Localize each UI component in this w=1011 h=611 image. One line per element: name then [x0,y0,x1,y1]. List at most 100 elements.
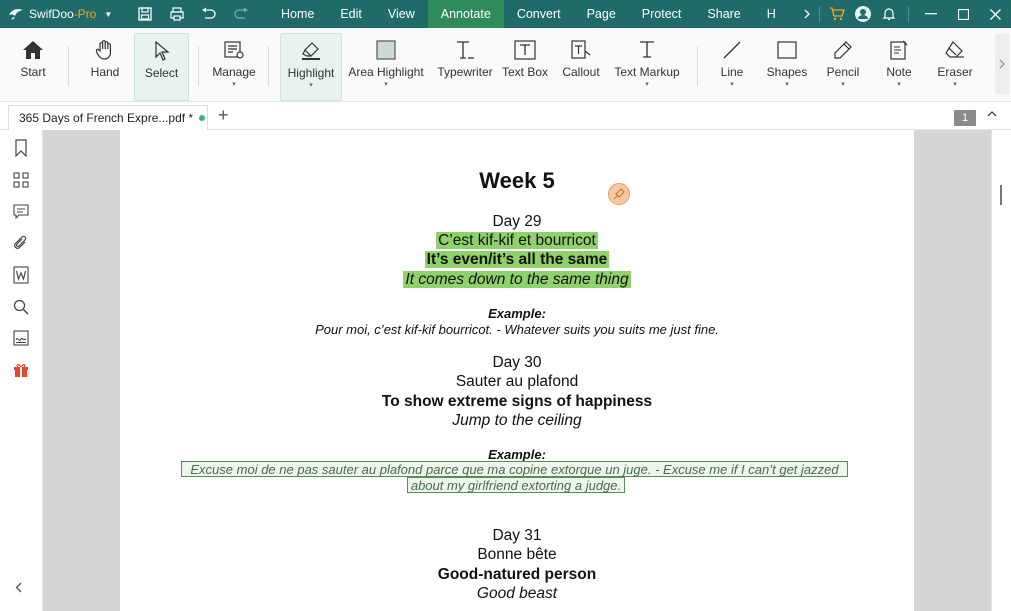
day29-literal-text[interactable]: It comes down to the same thing [403,271,631,288]
print-icon[interactable] [168,5,186,23]
typewriter-icon [457,41,474,59]
dropdown-arrow-icon: ▾ [309,82,313,89]
app-brand: SwifDoo-Pro [29,7,97,21]
scrollbar-thumb[interactable] [1000,185,1002,205]
close-icon[interactable] [979,8,1011,20]
menu-share[interactable]: Share [694,0,753,28]
dropdown-arrow-icon: ▾ [785,81,789,88]
menu-home[interactable]: Home [268,0,327,28]
document-tab-title: 365 Days of French Expre...pdf * [19,111,194,125]
day29-literal: It comes down to the same thing [120,270,914,289]
pencil-tool-button[interactable]: Pencil ▾ [822,33,864,97]
eraser-icon [945,41,964,58]
eraser-tool-button[interactable]: Eraser ▾ [934,33,976,97]
pdf-page[interactable]: Week 5 Day 29 C’est kif-kif et bourricot… [120,130,914,611]
note-icon [890,40,908,60]
select-label: Select [144,66,179,80]
collapse-sidebar-button[interactable] [15,580,22,596]
redo-icon[interactable] [232,5,250,23]
rectangle-icon [777,41,797,59]
document-tab[interactable]: 365 Days of French Expre...pdf * [8,105,208,130]
area-highlight-annotation[interactable]: Excuse moi de ne pas sauter au plafond p… [181,461,848,477]
divider [198,46,199,86]
menu-page[interactable]: Page [574,0,629,28]
day30-meaning: To show extreme signs of happiness [381,393,653,410]
gift-icon[interactable] [11,360,31,380]
app-menu-button[interactable]: SwifDoo-Pro ▼ [8,7,118,21]
bell-icon[interactable] [876,7,902,21]
user-avatar-icon[interactable] [850,6,876,22]
eraser-label: Eraser [937,65,973,79]
menu-edit[interactable]: Edit [327,0,375,28]
day30-label: Day 30 [492,354,542,371]
bookmark-icon[interactable] [11,138,31,158]
hand-label: Hand [90,65,120,79]
thumbnails-icon[interactable] [11,170,31,190]
menu-convert[interactable]: Convert [504,0,574,28]
collapse-toolbar-button[interactable] [987,108,997,120]
document-viewport[interactable]: Week 5 Day 29 C’est kif-kif et bourricot… [43,130,991,611]
document-tab-bar: 365 Days of French Expre...pdf * + 1 [0,102,1011,130]
title-bar: SwifDoo-Pro ▼ Home Edit View Annotate Co… [0,0,1011,28]
hand-tool-button[interactable]: Hand [86,33,124,97]
comment-icon[interactable] [11,201,31,221]
day29-label: Day 29 [492,213,542,230]
day30-literal: Jump to the ceiling [452,412,582,429]
menu-view[interactable]: View [375,0,428,28]
start-button[interactable]: Start [14,33,52,97]
typewriter-button[interactable]: Typewriter [436,33,494,97]
manage-button[interactable]: Manage ▾ [210,33,258,97]
add-tab-button[interactable]: + [218,105,229,126]
text-box-button[interactable]: Text Box [502,33,548,97]
maximize-icon[interactable] [947,8,979,20]
word-icon[interactable] [11,265,31,285]
shapes-label: Shapes [766,65,808,79]
line-tool-button[interactable]: Line ▾ [712,33,752,97]
manage-icon [224,41,244,59]
day31-meaning: Good-natured person [437,566,597,583]
select-tool-button[interactable]: Select [134,33,189,101]
area-highlight-button[interactable]: Area Highlight ▾ [346,33,426,97]
menu-protect[interactable]: Protect [629,0,695,28]
day29-meaning-text[interactable]: It’s even/it’s all the same [424,251,610,268]
manage-label: Manage [212,65,256,79]
menu-help[interactable]: H [754,0,778,28]
note-tool-button[interactable]: Note ▾ [880,33,918,97]
menu-annotate[interactable]: Annotate [427,0,504,28]
chevron-right-icon [999,59,1005,69]
callout-button[interactable]: Callout [560,33,602,97]
day29-phrase-text[interactable]: C’est kif-kif et bourricot [436,232,598,249]
text-markup-label: Text Markup [614,65,680,79]
highlighter-icon [302,42,320,60]
chevron-right-icon[interactable] [799,9,815,19]
toolbar-scroll-right-button[interactable] [995,34,1009,94]
vertical-scrollbar[interactable] [991,130,1011,611]
divider [68,46,69,86]
text-markup-icon [640,41,654,58]
modified-indicator [199,115,206,121]
undo-icon[interactable] [200,5,218,23]
hand-icon [95,40,112,60]
text-box-icon [514,40,536,60]
signature-icon[interactable] [11,328,31,348]
attachment-icon[interactable] [11,233,31,253]
dropdown-arrow-icon: ▾ [645,81,649,88]
area-highlight-icon [376,40,396,60]
search-icon[interactable] [11,297,31,317]
annotate-toolbar: Start Hand Select Manage ▾ Highlight ▾ A… [0,28,1011,102]
minimize-icon[interactable] [915,13,947,15]
dropdown-arrow-icon: ▾ [841,81,845,88]
shapes-tool-button[interactable]: Shapes ▾ [764,33,810,97]
pin-icon[interactable] [608,183,630,205]
divider [908,6,909,22]
left-sidebar [0,130,43,611]
chevron-up-icon [987,111,997,117]
highlight-tool-button[interactable]: Highlight ▾ [280,33,342,101]
typewriter-label: Typewriter [437,65,493,79]
save-icon[interactable] [136,5,154,23]
text-markup-button[interactable]: Text Markup ▾ [612,33,682,97]
page-count-badge: 1 [954,110,976,126]
area-highlight-annotation[interactable]: about my girlfriend extorting a judge. [407,477,625,493]
cart-icon[interactable] [824,7,850,21]
highlight-label: Highlight [287,66,335,80]
